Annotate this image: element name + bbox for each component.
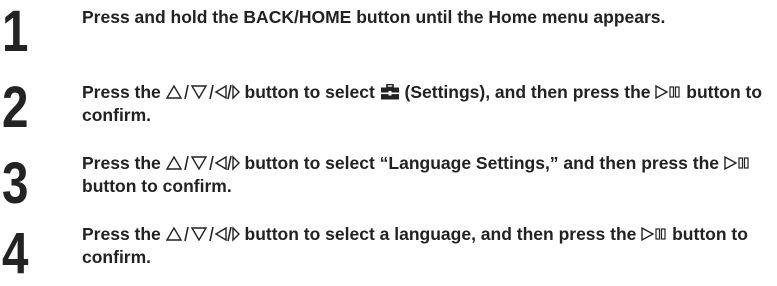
- step-text-segment: button to select “Language Settings,” an…: [239, 153, 724, 173]
- play-pause-icon: [655, 84, 681, 100]
- step-text-segment: Press the: [82, 82, 166, 102]
- settings-toolbox-icon: [380, 84, 400, 100]
- step-number: 3: [2, 151, 28, 216]
- step-text-segment: button to confirm.: [82, 176, 232, 196]
- step-number: 4: [2, 221, 28, 286]
- instruction-steps: 1 Press and hold the BACK/HOME button un…: [0, 0, 777, 283]
- step-number: 1: [2, 0, 28, 64]
- step-text: Press the button to select a language, a…: [82, 223, 772, 269]
- play-pause-icon: [641, 226, 667, 242]
- step-number: 2: [2, 75, 28, 140]
- step-text-segment: button to select: [239, 82, 380, 102]
- play-pause-icon: [724, 155, 750, 171]
- step-text: Press the button to select (Settings), a…: [82, 81, 772, 127]
- up-down-left-right-arrows-icon: [165, 84, 240, 100]
- step-text-segment: button to select a language, and then pr…: [239, 224, 642, 244]
- step-text-segment: Press and hold the BACK/HOME button unti…: [82, 7, 666, 27]
- up-down-left-right-arrows-icon: [165, 226, 240, 242]
- step-text-segment: Press the: [82, 224, 166, 244]
- step-text-segment: (Settings), and then press the: [399, 82, 656, 102]
- up-down-left-right-arrows-icon: [165, 155, 240, 171]
- step-text: Press and hold the BACK/HOME button unti…: [82, 6, 772, 29]
- step-text-segment: Press the: [82, 153, 166, 173]
- step-text: Press the button to select “Language Set…: [82, 152, 772, 198]
